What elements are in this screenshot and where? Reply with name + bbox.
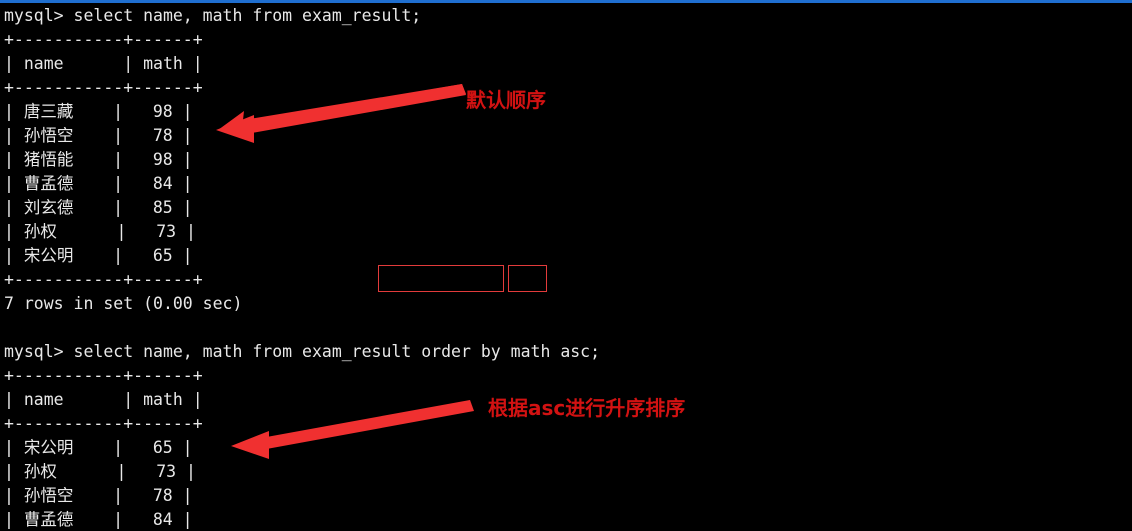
annotation-arrow-icon <box>216 84 466 143</box>
table-separator-top-1: +-----------+------+ <box>4 30 203 49</box>
table-row: | 宋公明 | 65 | <box>4 438 193 457</box>
table-header-1: | name | math | <box>4 54 203 73</box>
terminal-screenshot: mysql> select name, math from exam_resul… <box>0 0 1132 531</box>
command-line-1[interactable]: mysql> select name, math from exam_resul… <box>4 4 1124 28</box>
table-separator-mid-1: +-----------+------+ <box>4 78 203 97</box>
table-separator-bottom-1: +-----------+------+ <box>4 270 203 289</box>
table-row: | 孙悟空 | 78 | <box>4 126 193 145</box>
table-row: | 孙权 | 73 | <box>4 462 196 481</box>
table-row: | 曹孟德 | 84 | <box>4 174 193 193</box>
asc-keyword: asc; <box>560 342 601 361</box>
table-row: | 曹孟德 | 84 | <box>4 510 193 529</box>
order-by-clause: order by math <box>421 342 561 361</box>
table-row: | 猪悟能 | 98 | <box>4 150 193 169</box>
status-line-1: 7 rows in set (0.00 sec) <box>4 294 243 313</box>
table-separator-top-2: +-----------+------+ <box>4 366 203 385</box>
table-row: | 宋公明 | 65 | <box>4 246 193 265</box>
command-prefix: mysql> select name, math from exam_resul… <box>4 342 422 361</box>
table-row: | 孙权 | 73 | <box>4 222 196 241</box>
table-row: | 唐三藏 | 98 | <box>4 102 193 121</box>
table-row: | 孙悟空 | 78 | <box>4 486 193 505</box>
annotation-arrow-icon <box>231 400 474 459</box>
command-line-2[interactable]: mysql> select name, math from exam_resul… <box>4 340 1124 364</box>
annotation-asc-order: 根据asc进行升序排序 <box>488 396 686 420</box>
terminal-output[interactable]: mysql> select name, math from exam_resul… <box>4 4 1124 531</box>
table-row: | 刘玄德 | 85 | <box>4 198 193 217</box>
annotation-default-order: 默认顺序 <box>466 88 546 112</box>
window-top-accent-bar <box>0 0 1132 3</box>
